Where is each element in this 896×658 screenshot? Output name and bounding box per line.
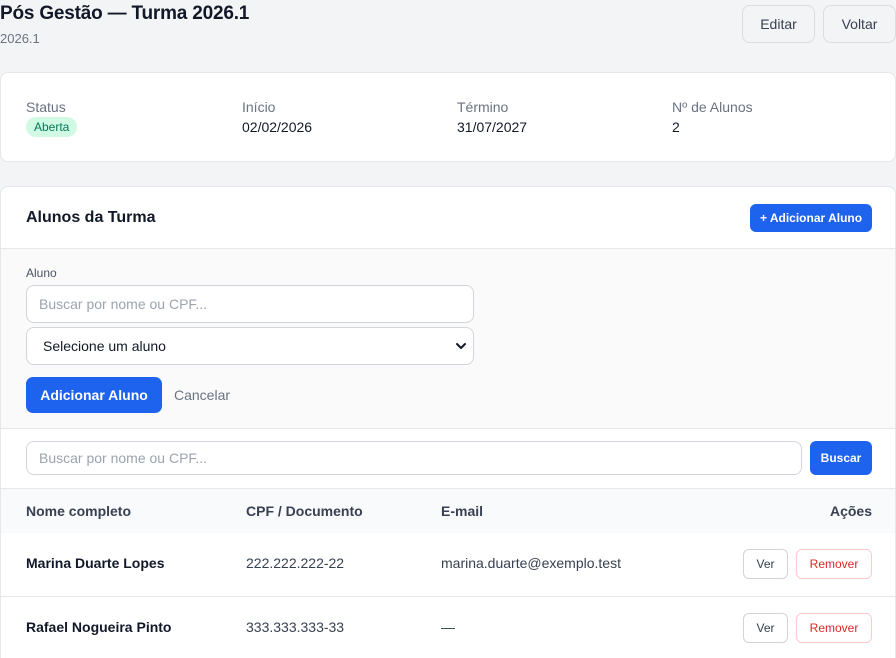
start-label: Início [242,99,276,115]
students-card: Alunos da Turma + Adicionar Aluno Aluno … [0,186,896,658]
summary-card: Status Aberta Início 02/02/2026 Término … [0,72,896,162]
page-subtitle: 2026.1 [0,31,40,46]
end-stat: Término 31/07/2027 [457,99,527,135]
chevron-down-icon [456,343,466,349]
status-badge: Aberta [26,117,78,137]
add-student-submit-button[interactable]: Adicionar Aluno [26,377,162,413]
page-title: Pós Gestão — Turma 2026.1 [0,3,250,24]
edit-button[interactable]: Editar [742,5,815,43]
student-name: Marina Duarte Lopes [26,555,165,571]
column-header-name: Nome completo [26,503,132,519]
column-header-actions: Ações [829,503,872,519]
start-value: 02/02/2026 [242,119,313,135]
view-student-button[interactable]: Ver [743,613,788,643]
student-count-stat: Nº de Alunos 2 [672,99,753,135]
student-name: Rafael Nogueira Pinto [26,619,172,635]
remove-student-button[interactable]: Remover [796,613,872,643]
column-header-email: E-mail [441,503,484,519]
student-email: marina.duarte@exemplo.test [441,555,621,571]
table-row: Rafael Nogueira Pinto 333.333.333-33 — V… [1,596,895,658]
student-email: — [441,619,455,635]
column-header-cpf: CPF / Documento [246,503,363,519]
student-filter-bar: Buscar [1,429,895,489]
table-header: Nome completo CPF / Documento E-mail Açõ… [1,489,895,533]
remove-student-button[interactable]: Remover [796,549,872,579]
student-count-value: 2 [672,119,680,135]
student-select-value: Selecione um aluno [43,338,166,354]
back-button[interactable]: Voltar [823,5,896,43]
start-stat: Início 02/02/2026 [242,99,312,135]
end-label: Término [457,99,509,115]
student-field-label: Aluno [26,266,57,280]
search-button[interactable]: Buscar [810,441,872,475]
student-search-input[interactable] [26,285,474,323]
table-row: Marina Duarte Lopes 222.222.222-22 marin… [1,533,895,596]
open-add-student-button[interactable]: + Adicionar Aluno [750,204,872,232]
status-stat: Status Aberta [26,99,78,137]
cancel-button[interactable]: Cancelar [174,387,230,403]
student-select[interactable]: Selecione um aluno [26,327,474,365]
student-count-label: Nº de Alunos [672,99,753,115]
student-filter-input[interactable] [26,441,802,475]
view-student-button[interactable]: Ver [743,549,788,579]
student-cpf: 222.222.222-22 [246,555,345,571]
status-label: Status [26,99,66,115]
student-cpf: 333.333.333-33 [246,619,345,635]
students-title: Alunos da Turma [26,209,156,226]
page-header: Pós Gestão — Turma 2026.1 2026.1 Editar … [0,0,896,60]
add-student-panel: Aluno Selecione um aluno Adicionar Aluno… [1,248,895,429]
end-value: 31/07/2027 [457,119,528,135]
